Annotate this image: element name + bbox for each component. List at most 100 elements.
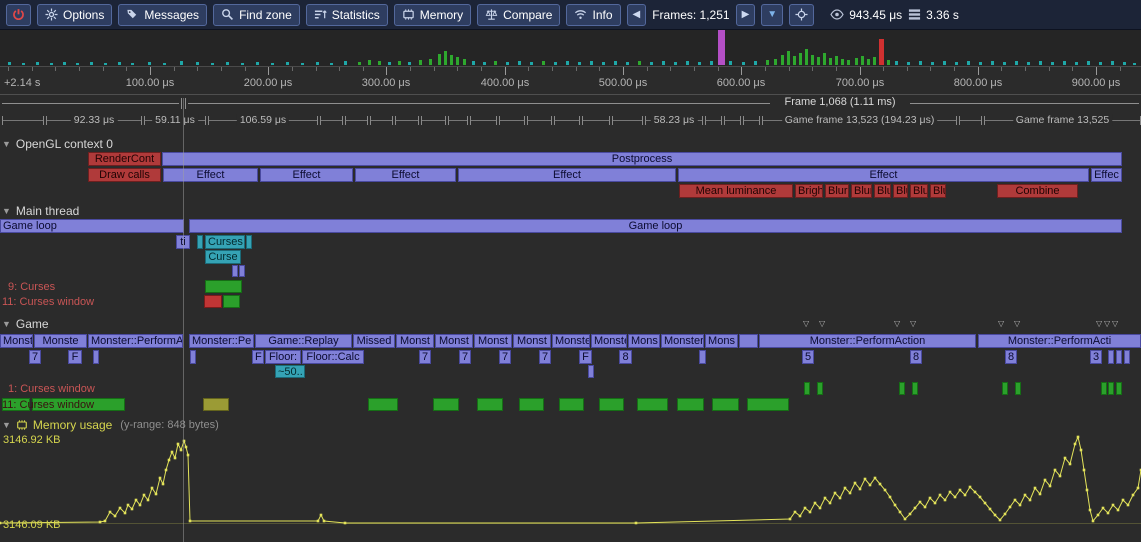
histogram-bar[interactable] [578,62,581,65]
zone-bar[interactable]: Curses [205,235,245,249]
zone-bar[interactable] [246,235,252,249]
lock-bar[interactable] [899,382,905,395]
histogram-bar[interactable] [718,30,725,65]
subframe-segment[interactable] [499,114,525,127]
lock-bar[interactable] [1015,382,1021,395]
zone-bar[interactable]: 8 [1005,350,1017,364]
histogram-bar[interactable] [50,63,53,65]
histogram-bar[interactable] [1063,61,1066,65]
zone-bar[interactable]: Mons [705,334,738,348]
zone-bar[interactable]: 7 [29,350,41,364]
histogram-bar[interactable] [1087,61,1090,65]
collapse-triangle-icon[interactable]: ▼ [2,140,11,149]
histogram-bar[interactable] [1111,61,1114,65]
zone-bar[interactable]: Blur [893,184,908,198]
zone-bar[interactable]: Effect [163,168,258,182]
histogram-bar[interactable] [698,62,701,65]
zone-bar[interactable]: Blur [825,184,849,198]
zone-bar[interactable]: Monst [474,334,512,348]
zone-bar[interactable] [190,350,196,364]
lock-bar[interactable] [817,382,823,395]
histogram-bar[interactable] [674,62,677,65]
histogram-bar[interactable] [967,61,970,65]
histogram-bar[interactable] [919,61,922,65]
histogram-bar[interactable] [1099,62,1102,65]
zone-bar[interactable]: F [579,350,592,364]
histogram-bar[interactable] [662,61,665,65]
histogram-bar[interactable] [398,61,401,65]
lock-bar[interactable] [712,398,739,411]
histogram-bar[interactable] [861,56,864,65]
zone-bar[interactable] [93,350,99,364]
zone-bar[interactable] [1108,350,1114,364]
histogram-bar[interactable] [805,49,808,65]
collapse-triangle-icon[interactable]: ▼ [2,207,11,216]
histogram-bar[interactable] [774,59,777,65]
histogram-bar[interactable] [368,60,371,65]
histogram-bar[interactable] [419,60,422,65]
memory-button[interactable]: Memory [394,4,471,26]
zone-bar[interactable]: 3 [1090,350,1102,364]
zone-bar[interactable]: RenderCont [88,152,161,166]
lock-bar[interactable] [205,280,242,293]
histogram-bar[interactable] [358,62,361,65]
lock-bar[interactable] [1108,382,1114,395]
histogram-bar[interactable] [614,61,617,65]
histogram-bar[interactable] [991,61,994,65]
zone-bar[interactable]: 7 [539,350,551,364]
zone-bar[interactable]: Curse [205,250,241,264]
subframe-segment[interactable]: 92.33 μs [46,114,142,127]
histogram-bar[interactable] [330,63,333,65]
subframe-segment[interactable] [470,114,497,127]
histogram-bar[interactable] [566,61,569,65]
histogram-bar[interactable] [811,55,814,65]
histogram-bar[interactable] [388,62,391,65]
zone-bar[interactable]: Blur [851,184,872,198]
zone-bar[interactable]: Effect [355,168,456,182]
histogram-bar[interactable] [456,57,459,65]
lock-bar[interactable] [599,398,624,411]
histogram-bar[interactable] [8,62,11,65]
subframe-segment[interactable] [959,114,982,127]
histogram-bar[interactable] [1003,62,1006,65]
zone-bar[interactable]: Monst [396,334,434,348]
histogram-bar[interactable] [463,59,466,65]
histogram-bar[interactable] [131,63,134,65]
histogram-bar[interactable] [799,53,802,65]
histogram-bar[interactable] [494,61,497,65]
subframe-segment[interactable] [370,114,393,127]
next-frame-button[interactable]: ▶ [736,4,756,26]
histogram-bar[interactable] [286,62,289,65]
crosshair-button[interactable] [789,4,814,26]
subframe-segment[interactable] [395,114,419,127]
frame-band[interactable]: Frame 1,068 (1.11 ms) [0,95,1141,112]
histogram-bar[interactable] [841,59,844,65]
histogram-bar[interactable] [438,54,441,65]
zone-bar[interactable]: Monste [0,334,33,348]
histogram-bar[interactable] [710,61,713,65]
subframe-segment[interactable] [554,114,580,127]
histogram-bar[interactable] [979,62,982,65]
zone-bar[interactable]: Monster::PerformActi [978,334,1141,348]
statistics-button[interactable]: Statistics [306,4,388,26]
zone-bar[interactable] [1116,350,1122,364]
lock-bar[interactable] [1002,382,1008,395]
subframe-segment[interactable]: 59.11 μs [144,114,206,127]
compare-button[interactable]: Compare [477,4,560,26]
zone-bar[interactable]: Blur [910,184,928,198]
lock-bar[interactable] [747,398,789,411]
histogram-bar[interactable] [943,61,946,65]
histogram-bar[interactable] [1039,61,1042,65]
histogram-bar[interactable] [867,59,870,65]
zone-bar[interactable]: 7 [459,350,471,364]
zone-bar[interactable]: 5 [802,350,814,364]
lock-bar[interactable] [477,398,503,411]
zone-bar[interactable]: Game loop [0,219,184,233]
histogram-bar[interactable] [506,62,509,65]
histogram-bar[interactable] [742,62,745,65]
histogram-bar[interactable] [907,62,910,65]
zone-bar[interactable] [699,350,706,364]
histogram-bar[interactable] [754,61,757,65]
subframe-segment[interactable] [320,114,343,127]
subframe-band[interactable]: 92.33 μs59.11 μs106.59 μs58.23 μsGame fr… [0,112,1141,131]
